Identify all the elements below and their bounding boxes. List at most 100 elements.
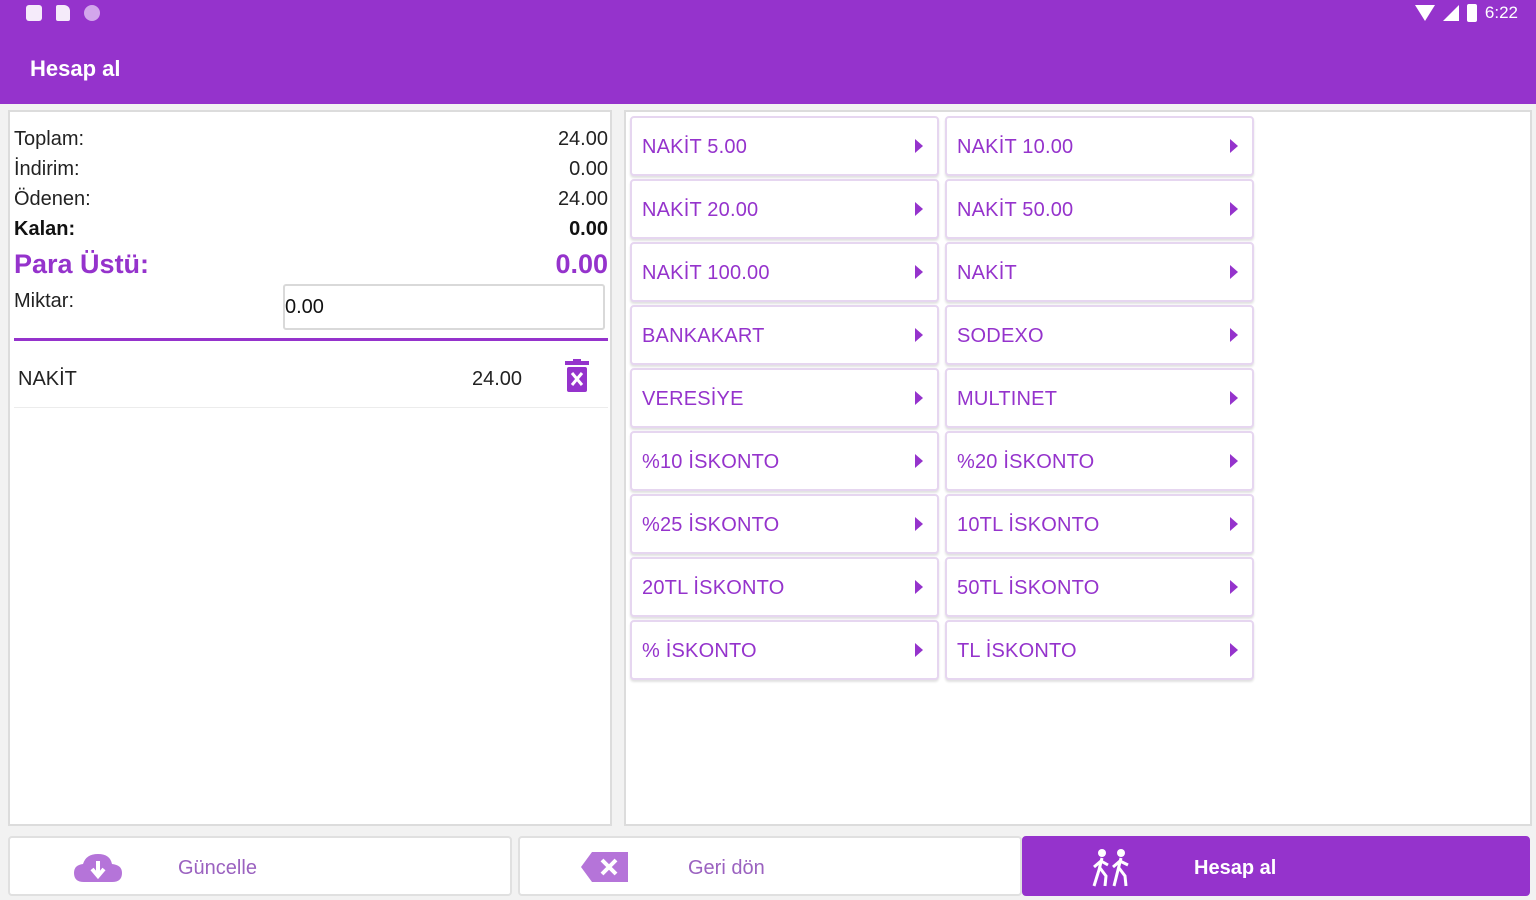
payment-button-grid: NAKİT 5.00 NAKİT 10.00 NAKİT 20.00 NAKİT 50… (630, 116, 1254, 680)
payment-row: NAKİT 24.00 (14, 348, 608, 408)
discount-label: İndirim: (14, 158, 80, 180)
payment-method-button[interactable]: 50TL İSKONTO (945, 557, 1254, 617)
payment-method-label: % İSKONTO (642, 640, 757, 662)
payment-method-button[interactable]: BANKAKART (630, 305, 939, 365)
total-row: Toplam: 24.00 (14, 128, 608, 151)
chevron-right-icon (915, 139, 923, 153)
chevron-right-icon (915, 643, 923, 657)
remaining-value: 0.00 (569, 218, 608, 240)
payment-method-label: NAKİT 20.00 (642, 199, 759, 221)
chevron-right-icon (1230, 202, 1238, 216)
payment-method-button[interactable]: NAKİT 20.00 (630, 179, 939, 239)
chevron-right-icon (1230, 454, 1238, 468)
change-label: Para Üstü: (14, 249, 150, 279)
discount-row: İndirim: 0.00 (14, 158, 608, 181)
chevron-right-icon (915, 265, 923, 279)
back-label: Geri dön (688, 857, 765, 879)
discount-value: 0.00 (569, 158, 608, 180)
update-label: Güncelle (178, 857, 257, 879)
total-value: 24.00 (557, 128, 608, 150)
payment-method-button[interactable]: TL İSKONTO (945, 620, 1254, 680)
payment-method-button[interactable]: NAKİT (945, 242, 1254, 302)
payment-method-label: VERESİYE (642, 388, 744, 410)
payment-method-button[interactable]: %25 İSKONTO (630, 494, 939, 554)
change-row: Para Üstü: 0.00 (14, 249, 608, 280)
checkout-label: Hesap al (1194, 857, 1277, 879)
divider (14, 338, 608, 341)
wifi-icon (1414, 5, 1435, 21)
payment-method-label: NAKİT 10.00 (957, 136, 1074, 158)
cloud-download-icon (74, 854, 122, 882)
chevron-right-icon (1230, 391, 1238, 405)
signal-icon (1442, 5, 1459, 21)
chevron-right-icon (1230, 643, 1238, 657)
payment-method-label: SODEXO (957, 325, 1044, 347)
chevron-right-icon (1230, 139, 1238, 153)
chevron-right-icon (915, 517, 923, 531)
payment-method-button[interactable]: 10TL İSKONTO (945, 494, 1254, 554)
change-value: 0.00 (555, 249, 608, 279)
total-label: Toplam: (14, 128, 85, 150)
payment-method-label: %10 İSKONTO (642, 451, 780, 473)
payment-method-button[interactable]: NAKİT 100.00 (630, 242, 939, 302)
payment-method-button[interactable]: VERESİYE (630, 368, 939, 428)
people-walking-icon (1092, 849, 1129, 887)
checkout-button[interactable]: Hesap al (1022, 836, 1530, 896)
payment-method-label: 50TL İSKONTO (957, 577, 1100, 599)
payment-method-label: %25 İSKONTO (642, 514, 780, 536)
payment-method-label: NAKİT 5.00 (642, 136, 748, 158)
payment-method-button[interactable]: % İSKONTO (630, 620, 939, 680)
status-bar-left (26, 5, 100, 21)
notification-icon (26, 5, 42, 21)
payment-amount: 24.00 (472, 368, 523, 390)
sd-card-icon (56, 5, 70, 21)
payment-method-label: %20 İSKONTO (957, 451, 1095, 473)
payment-method-button[interactable]: %20 İSKONTO (945, 431, 1254, 491)
status-time: 6:22 (1484, 3, 1518, 22)
chevron-right-icon (915, 391, 923, 405)
update-button[interactable]: Güncelle (8, 836, 512, 896)
payment-method-label: 10TL İSKONTO (957, 514, 1100, 536)
payment-method-button[interactable]: NAKİT 50.00 (945, 179, 1254, 239)
chevron-right-icon (915, 454, 923, 468)
remaining-row: Kalan: 0.00 (14, 218, 608, 241)
summary-panel: Toplam: 24.00 İndirim: 0.00 Ödenen: 24.0… (8, 110, 612, 826)
paid-label: Ödenen: (14, 188, 91, 210)
chevron-right-icon (915, 580, 923, 594)
page-title: Hesap al (30, 56, 121, 81)
payment-method-label: NAKİT (957, 262, 1017, 284)
payment-method-label: MULTINET (957, 388, 1058, 410)
payment-method-label: 20TL İSKONTO (642, 577, 785, 599)
payment-name: NAKİT (18, 368, 77, 390)
payment-methods-panel: NAKİT 5.00 NAKİT 10.00 NAKİT 20.00 NAKİT 50… (624, 110, 1532, 826)
payment-method-label: NAKİT 50.00 (957, 199, 1074, 221)
back-button[interactable]: Geri dön (518, 836, 1022, 896)
backspace-icon (581, 852, 628, 882)
payment-method-button[interactable]: %10 İSKONTO (630, 431, 939, 491)
paid-value: 24.00 (557, 188, 608, 210)
app: 6:22 Hesap al Toplam: 24.00 İndirim: 0.0… (0, 0, 1536, 900)
remaining-label: Kalan: (14, 218, 76, 240)
battery-icon (1466, 4, 1477, 22)
chevron-right-icon (1230, 328, 1238, 342)
chevron-right-icon (915, 328, 923, 342)
payment-method-label: TL İSKONTO (957, 640, 1077, 662)
paid-row: Ödenen: 24.00 (14, 188, 608, 211)
chevron-right-icon (1230, 265, 1238, 279)
payment-method-button[interactable]: NAKİT 10.00 (945, 116, 1254, 176)
chevron-right-icon (1230, 580, 1238, 594)
amount-input[interactable] (283, 284, 605, 330)
payment-method-button[interactable]: MULTINET (945, 368, 1254, 428)
chevron-right-icon (915, 202, 923, 216)
payment-method-label: NAKİT 100.00 (642, 262, 770, 284)
amount-label: Miktar: (14, 290, 74, 312)
payment-method-button[interactable]: SODEXO (945, 305, 1254, 365)
payment-method-button[interactable]: 20TL İSKONTO (630, 557, 939, 617)
chevron-right-icon (1230, 517, 1238, 531)
payment-method-button[interactable]: NAKİT 5.00 (630, 116, 939, 176)
status-bar-right: 6:22 (1414, 3, 1518, 23)
sync-icon (84, 5, 100, 21)
trash-icon[interactable] (564, 359, 590, 393)
payment-method-label: BANKAKART (642, 325, 765, 347)
app-bar: 6:22 Hesap al (0, 0, 1536, 104)
